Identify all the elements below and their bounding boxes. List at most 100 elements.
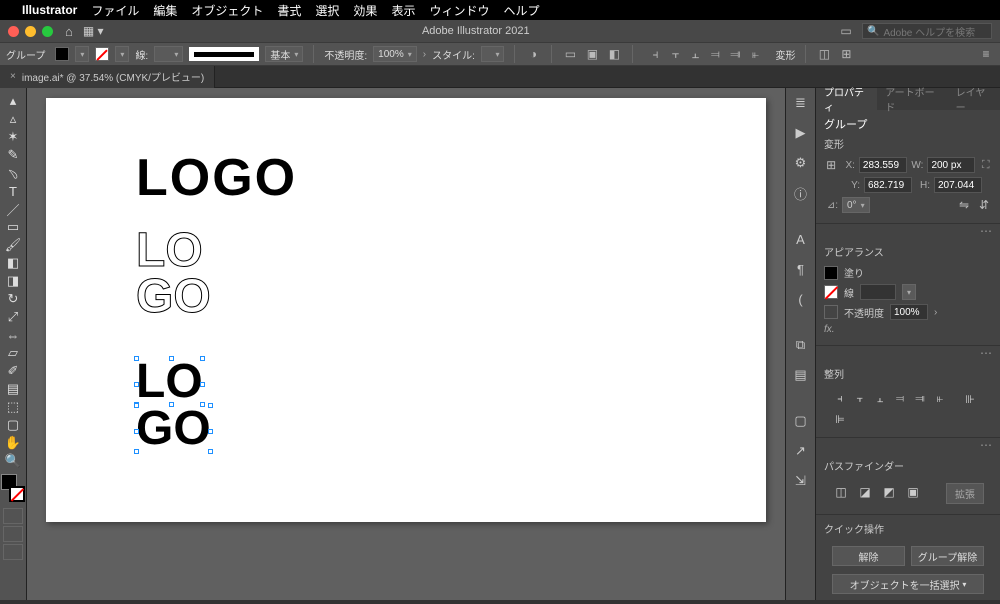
line-tool[interactable]: ／ bbox=[1, 200, 25, 218]
opacity-dropdown[interactable]: 100%▾ bbox=[373, 46, 417, 62]
menu-help[interactable]: ヘルプ bbox=[503, 2, 539, 19]
document-tab[interactable]: × image.ai* @ 37.54% (CMYK/プレビュー) bbox=[0, 66, 215, 88]
artboards-panel-icon[interactable]: ▢ bbox=[790, 410, 812, 432]
stroke-weight-panel[interactable] bbox=[860, 284, 896, 300]
app-name[interactable]: Illustrator bbox=[22, 3, 77, 17]
pathfinder-expand-button[interactable]: 拡張 bbox=[946, 483, 984, 504]
menu-type[interactable]: 書式 bbox=[277, 2, 301, 19]
menu-edit[interactable]: 編集 bbox=[153, 2, 177, 19]
type-tool[interactable]: T bbox=[1, 182, 25, 200]
stroke-weight-dropdown[interactable]: ▾ bbox=[154, 46, 183, 62]
draw-mode-behind[interactable] bbox=[3, 526, 23, 542]
blend-tool[interactable]: ⬚ bbox=[1, 398, 25, 416]
logo-selected-text[interactable]: LO GO bbox=[136, 358, 211, 452]
stroke-swatch[interactable] bbox=[95, 47, 109, 61]
opacity-swatch-panel[interactable] bbox=[824, 305, 838, 319]
menu-file[interactable]: ファイル bbox=[91, 2, 139, 19]
distribute-v-btn[interactable]: ⊫ bbox=[832, 411, 848, 427]
align-right-icon[interactable]: ⫠ bbox=[687, 46, 703, 62]
align-bottom-btn[interactable]: ⫦ bbox=[932, 391, 948, 407]
properties-panel-icon[interactable]: ≣ bbox=[790, 92, 812, 114]
stroke-weight-panel-dd[interactable]: ▾ bbox=[902, 284, 916, 300]
lock-aspect-icon[interactable]: ⛶ bbox=[979, 158, 992, 172]
recolor-icon[interactable]: ◑ bbox=[525, 46, 541, 62]
align-hcenter-icon[interactable]: ⫟ bbox=[667, 46, 683, 62]
gradient-tool[interactable]: ▤ bbox=[1, 380, 25, 398]
align-right-btn[interactable]: ⫠ bbox=[872, 391, 888, 407]
stroke-swatch-panel[interactable] bbox=[824, 285, 838, 299]
logo-black-text[interactable]: LOGO bbox=[136, 148, 297, 208]
artboard[interactable]: LOGO LOGO LO GO bbox=[46, 98, 766, 522]
reference-point-icon[interactable]: ⊞ bbox=[824, 157, 838, 173]
group-release-button[interactable]: グループ解除 bbox=[911, 546, 984, 566]
fill-stroke-control[interactable] bbox=[1, 474, 25, 502]
ungroup-button[interactable]: 解除 bbox=[832, 546, 905, 566]
isolate-icon[interactable]: ▣ bbox=[584, 46, 600, 62]
unite-icon[interactable]: ◫ bbox=[832, 483, 850, 501]
flip-vertical-icon[interactable]: ⇵ bbox=[976, 197, 992, 213]
export-panel-icon-2[interactable]: ⇲ bbox=[790, 470, 812, 492]
x-input[interactable] bbox=[859, 157, 907, 173]
pen-tool[interactable]: ✎ bbox=[1, 146, 25, 164]
align-top-btn[interactable]: ⫤ bbox=[892, 391, 908, 407]
y-input[interactable] bbox=[864, 177, 912, 193]
logo-outline-text[interactable]: LOGO bbox=[136, 228, 211, 319]
exclude-icon[interactable]: ▣ bbox=[904, 483, 922, 501]
transform-label[interactable]: 変形 bbox=[775, 47, 795, 62]
fill-swatch-panel[interactable] bbox=[824, 266, 838, 280]
minus-front-icon[interactable]: ◪ bbox=[856, 483, 874, 501]
tab-properties[interactable]: プロパティ bbox=[816, 88, 877, 110]
selection-tool[interactable]: ▴ bbox=[1, 92, 25, 110]
export-panel-icon[interactable]: ↗ bbox=[790, 440, 812, 462]
canvas-area[interactable]: LOGO LOGO LO GO bbox=[27, 88, 785, 600]
direct-selection-tool[interactable]: ▵ bbox=[1, 110, 25, 128]
align-hcenter-btn[interactable]: ⫟ bbox=[852, 391, 868, 407]
fx-label[interactable]: fx. bbox=[824, 324, 835, 335]
close-tab-icon[interactable]: × bbox=[10, 71, 16, 82]
stroke-color-swatch[interactable] bbox=[9, 486, 25, 502]
h-input[interactable] bbox=[934, 177, 982, 193]
more-appearance-options[interactable]: ⋯ bbox=[816, 346, 1000, 360]
magic-wand-tool[interactable]: ✶ bbox=[1, 128, 25, 146]
tab-artboard[interactable]: アートボード bbox=[877, 88, 947, 110]
doc-setup-icon[interactable]: ▭ bbox=[562, 46, 578, 62]
arrange-documents-icon[interactable]: ▭ bbox=[838, 23, 854, 39]
paintbrush-tool[interactable]: 🖌 bbox=[1, 236, 25, 254]
mask-icon[interactable]: ◧ bbox=[606, 46, 622, 62]
close-window-button[interactable] bbox=[8, 26, 19, 37]
w-input[interactable] bbox=[927, 157, 975, 173]
info-panel-icon[interactable]: ⓘ bbox=[790, 182, 812, 204]
flip-horizontal-icon[interactable]: ⇋ bbox=[956, 197, 972, 213]
menu-view[interactable]: 表示 bbox=[391, 2, 415, 19]
coord-icon[interactable]: ⊞ bbox=[838, 46, 854, 62]
screen-mode-button[interactable] bbox=[3, 544, 23, 560]
workspace-switcher-icon[interactable]: ▦ ▾ bbox=[83, 24, 104, 38]
help-search-input[interactable]: 🔍 Adobe ヘルプを検索 bbox=[862, 23, 992, 39]
draw-mode-normal[interactable] bbox=[3, 508, 23, 524]
more-align-options[interactable]: ⋯ bbox=[816, 438, 1000, 452]
character-panel-icon[interactable]: A bbox=[790, 228, 812, 250]
actions-panel-icon[interactable]: ▶ bbox=[790, 122, 812, 144]
maximize-window-button[interactable] bbox=[42, 26, 53, 37]
style-dropdown[interactable]: ▾ bbox=[481, 46, 505, 62]
width-tool[interactable]: ⇔ bbox=[1, 326, 25, 344]
align-bottom-icon[interactable]: ⫦ bbox=[747, 46, 763, 62]
distribute-h-btn[interactable]: ⊪ bbox=[962, 391, 978, 407]
menu-window[interactable]: ウィンドウ bbox=[429, 2, 489, 19]
eyedropper-tool[interactable]: ✐ bbox=[1, 362, 25, 380]
menu-object[interactable]: オブジェクト bbox=[191, 2, 263, 19]
align-top-icon[interactable]: ⫤ bbox=[707, 46, 723, 62]
intersect-icon[interactable]: ◩ bbox=[880, 483, 898, 501]
free-transform-tool[interactable]: ▱ bbox=[1, 344, 25, 362]
gear-icon[interactable]: ⚙ bbox=[790, 152, 812, 174]
crop-icon[interactable]: ◫ bbox=[816, 46, 832, 62]
scale-tool[interactable]: ⤢ bbox=[1, 308, 25, 326]
hand-tool[interactable]: ✋ bbox=[1, 434, 25, 452]
align-vcenter-icon[interactable]: ⫥ bbox=[727, 46, 743, 62]
select-all-objects-button[interactable]: オブジェクトを一括選択 ▾ bbox=[832, 574, 984, 594]
menu-select[interactable]: 選択 bbox=[315, 2, 339, 19]
brushes-panel-icon[interactable]: ( bbox=[790, 288, 812, 310]
rotate-tool[interactable]: ↻ bbox=[1, 290, 25, 308]
artboard-tool[interactable]: ▢ bbox=[1, 416, 25, 434]
libraries-panel-icon[interactable]: ▤ bbox=[790, 364, 812, 386]
